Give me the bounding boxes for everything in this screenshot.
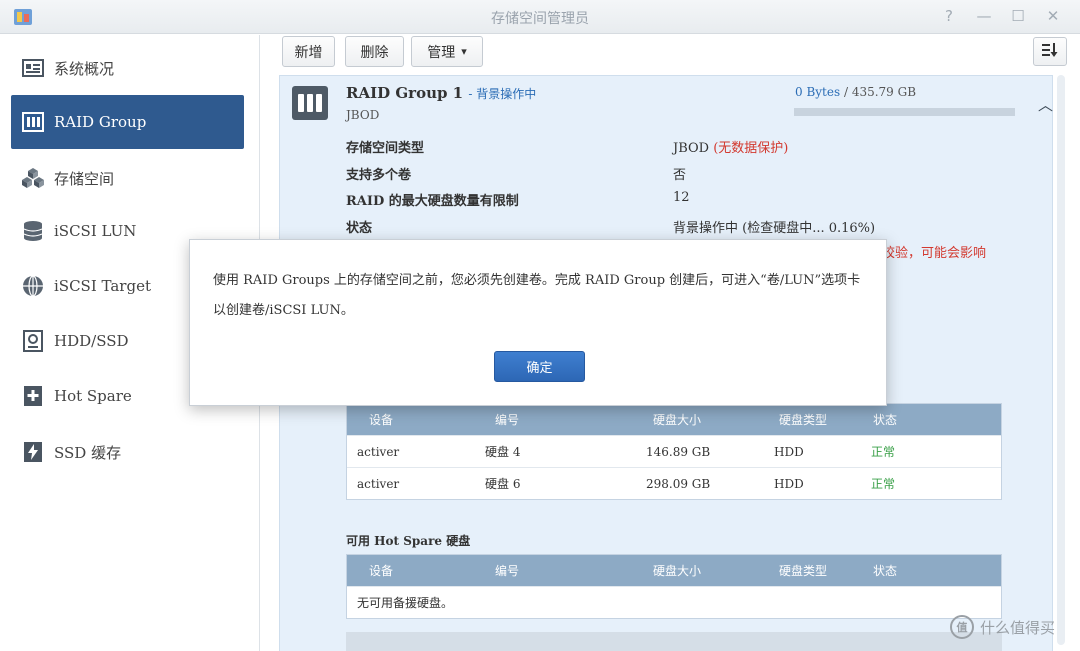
sidebar-item-label: HDD/SSD bbox=[54, 332, 129, 350]
empty-row: 无可用备援硬盘。 bbox=[347, 586, 1001, 618]
sidebar-item-label: SSD 缓存 bbox=[54, 443, 122, 462]
column-header[interactable]: 状态 bbox=[873, 555, 897, 586]
no-protection-warning: (无数据保护) bbox=[713, 141, 789, 156]
sidebar-item-overview[interactable]: 系统概况 bbox=[11, 41, 244, 95]
info-label: 存储空间类型 bbox=[346, 141, 425, 156]
chevron-down-icon: ▾ bbox=[461, 45, 467, 58]
disk-type-cell: HDD bbox=[774, 476, 804, 491]
sort-button[interactable] bbox=[1033, 37, 1067, 66]
table-header: 设备 编号 硬盘大小 硬盘类型 状态 bbox=[347, 555, 1001, 586]
watermark: 值 什么值得买 bbox=[950, 615, 1055, 639]
hot-spare-section-label: 可用 Hot Spare 硬盘 bbox=[346, 534, 471, 548]
sidebar-item-label: iSCSI LUN bbox=[54, 222, 137, 240]
column-header[interactable]: 硬盘类型 bbox=[779, 555, 827, 586]
hot-spare-table: 设备 编号 硬盘大小 硬盘类型 状态 无可用备援硬盘。 bbox=[346, 554, 1002, 619]
sidebar-item-storage[interactable]: 存储空间 bbox=[11, 151, 244, 205]
capacity-bar bbox=[794, 108, 1015, 116]
info-value: JBOD (无数据保护) bbox=[673, 137, 788, 156]
dialog-message: 使用 RAID Groups 上的存储空间之前，您必须先创建卷。完成 RAID … bbox=[213, 273, 861, 318]
device-cell: activer bbox=[357, 444, 400, 459]
info-label: 支持多个卷 bbox=[346, 168, 412, 183]
sidebar-item-label: iSCSI Target bbox=[54, 277, 151, 295]
sidebar-item-label: RAID Group bbox=[54, 113, 147, 131]
sidebar-item-label: Hot Spare bbox=[54, 387, 132, 405]
empty-text: 无可用备援硬盘。 bbox=[357, 596, 454, 610]
lightning-icon bbox=[21, 440, 45, 464]
column-header[interactable]: 设备 bbox=[369, 555, 393, 586]
device-cell: activer bbox=[357, 476, 400, 491]
disk-number-cell: 硬盘 6 bbox=[485, 477, 521, 491]
sidebar-item-ssd-cache[interactable]: SSD 缓存 bbox=[11, 425, 244, 479]
storage-cubes-icon bbox=[21, 166, 45, 190]
capacity-readout: 0 Bytes / 435.79 GB bbox=[795, 85, 916, 99]
help-icon[interactable]: ? bbox=[937, 5, 961, 27]
raid-group-title: RAID Group 1 - 背景操作中 bbox=[346, 84, 536, 102]
table-header: 设备 编号 硬盘大小 硬盘类型 状态 bbox=[347, 404, 1001, 435]
title-bar: 存储空间管理员 ? — ☐ ✕ bbox=[0, 0, 1080, 34]
watermark-text: 什么值得买 bbox=[980, 618, 1056, 637]
info-label: RAID 的最大硬盘数量有限制 bbox=[346, 194, 519, 209]
info-label: 状态 bbox=[346, 221, 373, 236]
column-header[interactable]: 编号 bbox=[495, 555, 519, 586]
capacity-used: 0 Bytes bbox=[795, 85, 841, 99]
column-header[interactable]: 硬盘类型 bbox=[779, 404, 827, 435]
table-row[interactable]: activer 硬盘 4 146.89 GB HDD 正常 bbox=[347, 435, 1001, 467]
status-cell: 正常 bbox=[871, 477, 896, 491]
raid-group-type: JBOD bbox=[346, 108, 380, 122]
raid-group-name: RAID Group 1 bbox=[346, 84, 464, 102]
column-header[interactable]: 设备 bbox=[369, 404, 393, 435]
sidebar-item-label: 系统概况 bbox=[54, 59, 115, 78]
overview-icon bbox=[21, 56, 45, 80]
vertical-scrollbar[interactable] bbox=[1057, 75, 1065, 645]
close-icon[interactable]: ✕ bbox=[1041, 5, 1065, 27]
minimize-icon[interactable]: — bbox=[972, 5, 996, 27]
status-cell: 正常 bbox=[871, 445, 896, 459]
verification-warning: 校验，可能会影响 bbox=[882, 246, 987, 261]
watermark-logo-icon: 值 bbox=[950, 615, 974, 639]
sort-icon bbox=[1041, 42, 1059, 62]
disk-number-cell: 硬盘 4 bbox=[485, 445, 521, 459]
sidebar-item-raid-group[interactable]: RAID Group bbox=[11, 95, 244, 149]
manage-dropdown-button[interactable]: 管理 ▾ bbox=[411, 36, 483, 67]
raid-group-icon bbox=[292, 86, 328, 120]
column-header[interactable]: 编号 bbox=[495, 404, 519, 435]
next-section-header bbox=[346, 632, 1002, 651]
manage-label: 管理 bbox=[427, 44, 456, 61]
ok-button[interactable]: 确定 bbox=[494, 351, 585, 382]
column-header[interactable]: 硬盘大小 bbox=[653, 404, 701, 435]
chevron-up-icon[interactable]: ︿ bbox=[1038, 94, 1053, 115]
sidebar-item-label: 存储空间 bbox=[54, 169, 115, 188]
disk-size-cell: 146.89 GB bbox=[646, 444, 711, 459]
delete-button[interactable]: 删除 bbox=[345, 36, 404, 67]
info-value: 否 bbox=[673, 168, 687, 183]
column-header[interactable]: 硬盘大小 bbox=[653, 555, 701, 586]
raid-group-status: - 背景操作中 bbox=[468, 87, 537, 101]
storage-type-value: JBOD bbox=[673, 141, 710, 156]
info-value: 12 bbox=[673, 190, 690, 205]
capacity-total: / 435.79 GB bbox=[843, 85, 917, 99]
info-value: 背景操作中 (检查硬盘中... 0.16%) bbox=[673, 221, 876, 236]
plus-box-icon bbox=[21, 384, 45, 408]
disk-size-cell: 298.09 GB bbox=[646, 476, 711, 491]
raid-group-icon bbox=[21, 110, 45, 134]
column-header[interactable]: 状态 bbox=[873, 404, 897, 435]
disk-table: 设备 编号 硬盘大小 硬盘类型 状态 activer 硬盘 4 146.89 G… bbox=[346, 403, 1002, 500]
disk-type-cell: HDD bbox=[774, 444, 804, 459]
info-dialog: 使用 RAID Groups 上的存储空间之前，您必须先创建卷。完成 RAID … bbox=[189, 239, 887, 406]
create-button[interactable]: 新增 bbox=[282, 36, 335, 67]
hdd-icon bbox=[21, 329, 45, 353]
globe-icon bbox=[21, 274, 45, 298]
window-title: 存储空间管理员 bbox=[491, 11, 589, 27]
maximize-icon[interactable]: ☐ bbox=[1006, 5, 1030, 27]
database-icon bbox=[21, 219, 45, 243]
table-row[interactable]: activer 硬盘 6 298.09 GB HDD 正常 bbox=[347, 467, 1001, 499]
